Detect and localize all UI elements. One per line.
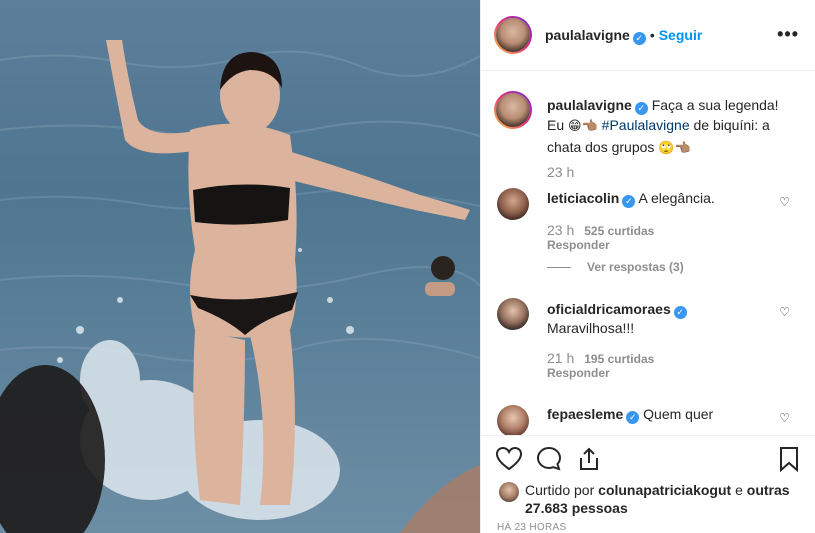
like-comment-heart-icon[interactable]: ♡ <box>779 305 790 319</box>
author-name-row: paulalavigne ✓ • Seguir <box>545 27 702 45</box>
divider-line <box>547 267 571 269</box>
caption-hashtag-link[interactable]: #Paulalavigne <box>602 117 690 133</box>
comment-text: Maravilhosa!!! <box>547 320 635 336</box>
like-comment-heart-icon[interactable]: ♡ <box>779 195 790 209</box>
comment-item: oficialdricamoraes ✓ Maravilhosa!!! <box>547 300 767 337</box>
comment-avatar[interactable] <box>497 298 529 330</box>
author-avatar[interactable] <box>494 16 532 54</box>
liked-by-text: Curtido por colunapatriciakogut e outras… <box>525 481 795 517</box>
caption-emoji-2: 🙄👈🏽 <box>658 141 691 156</box>
liked-by-username[interactable]: colunapatriciakogut <box>598 482 731 498</box>
post-actions: Curtido por colunapatriciakogut e outras… <box>481 435 815 533</box>
comment-item: leticiacolin ✓ A elegância. <box>547 189 767 208</box>
comment-likes[interactable]: 525 curtidas <box>584 224 654 238</box>
comment-avatar[interactable] <box>497 188 529 220</box>
comment-meta: 23 h 525 curtidas <box>547 222 654 238</box>
photo-illustration <box>0 40 480 533</box>
reply-button[interactable]: Responder <box>547 366 610 380</box>
caption-emoji-1: 😁👈🏽 <box>568 119 598 134</box>
view-replies-button[interactable]: Ver respostas (3) <box>547 260 684 274</box>
post-header: paulalavigne ✓ • Seguir ••• <box>481 0 815 71</box>
verified-badge-icon: ✓ <box>673 306 687 319</box>
comments-section[interactable]: paulalavigne ✓ Faça a sua legenda! Eu 😁👈🏽… <box>481 71 815 435</box>
comment-likes[interactable]: 195 curtidas <box>584 352 654 366</box>
like-comment-heart-icon[interactable]: ♡ <box>779 411 790 425</box>
liked-by-avatar[interactable] <box>499 482 519 502</box>
post-photo[interactable] <box>0 0 480 533</box>
comment-time[interactable]: 21 h <box>547 350 574 366</box>
view-replies-label: Ver respostas (3) <box>587 260 684 274</box>
comment-text: A elegância. <box>638 190 715 206</box>
reply-button[interactable]: Responder <box>547 238 610 252</box>
comment-item: fepaesleme ✓ Quem quer <box>547 405 767 424</box>
more-options-icon[interactable]: ••• <box>777 24 799 45</box>
separator-dot: • <box>649 27 655 43</box>
comment-bubble-icon[interactable] <box>535 445 563 473</box>
verified-badge-icon: ✓ <box>622 195 636 208</box>
caption-time[interactable]: 23 h <box>547 164 574 180</box>
comment-username[interactable]: oficialdricamoraes <box>547 301 671 317</box>
liked-and: e <box>735 482 743 498</box>
share-icon[interactable] <box>575 445 603 473</box>
author-username[interactable]: paulalavigne <box>545 27 630 43</box>
caption-username[interactable]: paulalavigne <box>547 97 632 113</box>
bookmark-icon[interactable] <box>775 445 803 473</box>
caption-avatar[interactable] <box>494 91 532 129</box>
comment-meta: 21 h 195 curtidas <box>547 350 654 366</box>
comment-time[interactable]: 23 h <box>547 222 574 238</box>
comment-username[interactable]: fepaesleme <box>547 406 623 422</box>
like-heart-icon[interactable] <box>495 445 523 473</box>
comment-username[interactable]: leticiacolin <box>547 190 619 206</box>
follow-button[interactable]: Seguir <box>659 27 703 43</box>
verified-badge-icon: ✓ <box>626 411 640 424</box>
verified-badge-icon: ✓ <box>634 102 648 115</box>
comment-text: Quem quer <box>643 406 714 422</box>
posted-time[interactable]: HÁ 23 HORAS <box>497 522 566 533</box>
liked-prefix: Curtido por <box>525 482 595 498</box>
comment-avatar[interactable] <box>497 405 529 435</box>
verified-badge-icon: ✓ <box>632 32 646 45</box>
post-side-panel: paulalavigne ✓ • Seguir ••• paulalavigne ✓ F… <box>480 0 815 533</box>
post-caption: paulalavigne ✓ Faça a sua legenda! Eu 😁👈🏽… <box>547 95 797 159</box>
